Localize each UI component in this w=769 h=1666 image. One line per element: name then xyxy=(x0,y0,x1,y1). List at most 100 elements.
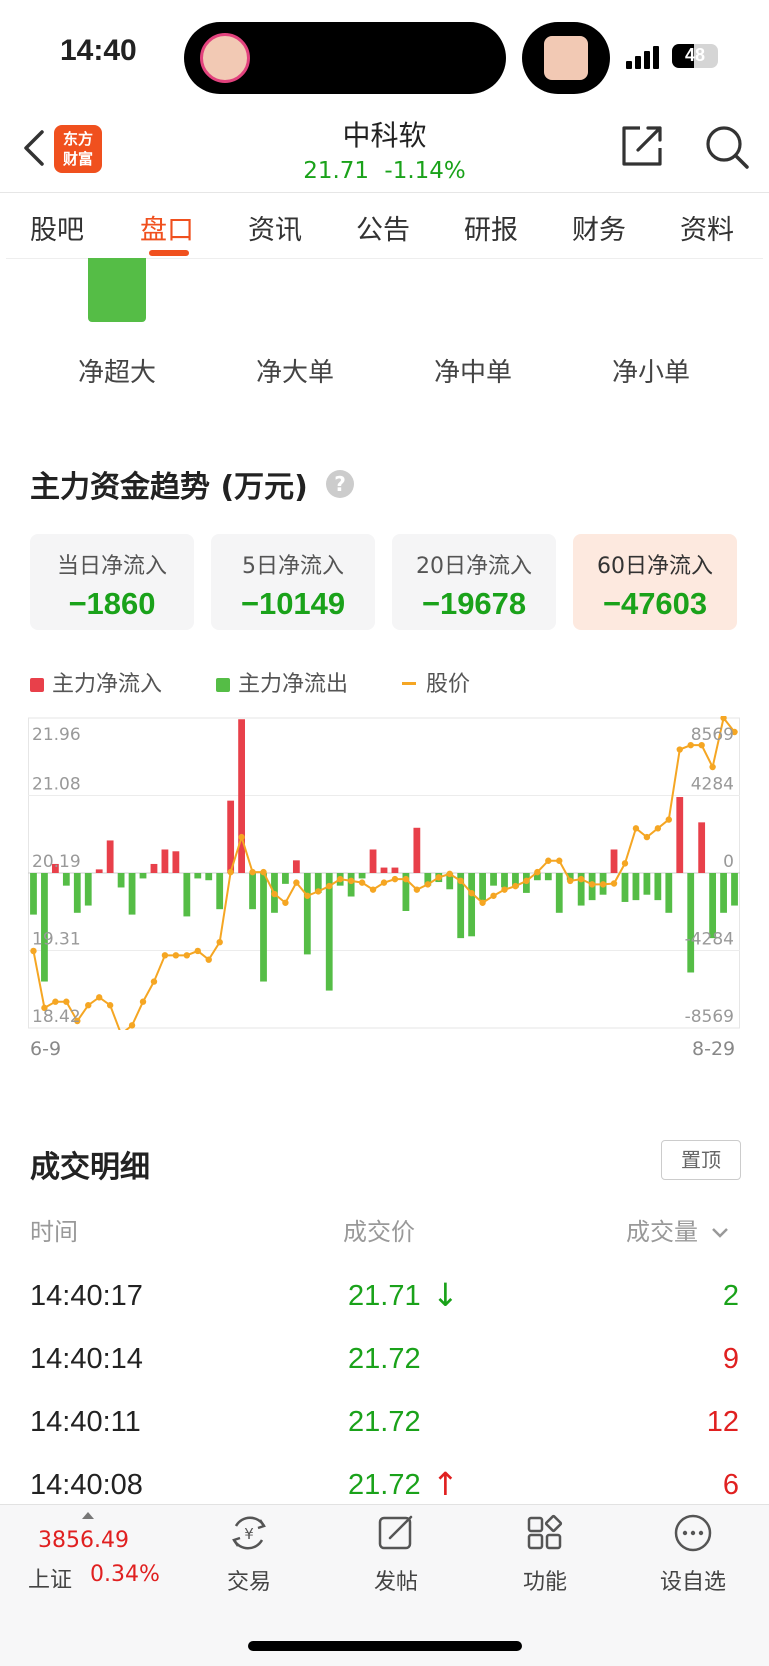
nav-post-label: 发帖 xyxy=(373,1570,418,1595)
index-change[interactable]: 0.34% xyxy=(90,1562,160,1587)
flow-bar xyxy=(632,873,640,901)
flow-bar xyxy=(84,873,92,906)
price-point xyxy=(709,763,716,771)
price-point xyxy=(599,881,607,888)
flow-bar xyxy=(303,873,311,955)
active-tab-indicator xyxy=(149,250,189,256)
price-point xyxy=(194,947,201,955)
price-point xyxy=(457,877,464,885)
price-point xyxy=(52,998,59,1005)
price-point xyxy=(545,857,552,864)
tab-pankou[interactable]: 盘口 xyxy=(140,208,194,247)
left-tick-label: 18.42 xyxy=(32,1007,81,1027)
trade-detail-title: 成交明细 xyxy=(30,1150,150,1185)
tab-announcements[interactable]: 公告 xyxy=(356,208,410,247)
flow-bar xyxy=(479,873,486,901)
nav-post[interactable]: 发帖 xyxy=(341,1512,451,1596)
avatar xyxy=(544,36,588,80)
flow-label-medium: 净中单 xyxy=(433,358,512,388)
down-arrow-icon: ↓ xyxy=(432,1276,459,1314)
card-today-inflow[interactable]: 当日净流入 −1860 xyxy=(30,534,194,630)
card-5day-inflow[interactable]: 5日净流入 −10149 xyxy=(211,534,375,630)
battery-icon: 48 xyxy=(672,44,718,68)
header-price: 成交价 xyxy=(343,1218,415,1246)
price-point xyxy=(249,868,256,876)
flow-bar xyxy=(665,873,673,913)
tab-profile[interactable]: 资料 xyxy=(680,208,734,247)
row-price: 21.71 xyxy=(348,1280,421,1312)
more-icon xyxy=(674,1514,712,1552)
row-price: 21.72 xyxy=(348,1343,421,1375)
price-point xyxy=(139,998,147,1005)
flow-label-small: 净小单 xyxy=(611,358,690,388)
price-point xyxy=(391,875,399,883)
card-label: 当日净流入 xyxy=(56,554,167,579)
row-price: 21.72 xyxy=(348,1406,421,1438)
price-point xyxy=(271,890,278,898)
expand-up-icon[interactable] xyxy=(82,1512,94,1519)
nav-add-watchlist-label: 设自选 xyxy=(659,1570,726,1595)
flow-bar xyxy=(369,849,377,873)
flow-bar xyxy=(720,873,727,913)
flow-bar xyxy=(347,873,355,897)
flow-bar xyxy=(468,873,476,937)
flow-bar xyxy=(501,873,508,888)
flow-bar xyxy=(358,873,366,879)
flow-bar xyxy=(698,822,706,873)
tab-finance[interactable]: 财务 xyxy=(572,208,626,247)
right-tick-label: -4284 xyxy=(685,930,734,950)
row-time: 14:40:11 xyxy=(30,1406,141,1438)
price-point xyxy=(326,882,333,890)
header-volume[interactable]: 成交量 xyxy=(626,1212,730,1247)
flow-bar xyxy=(621,873,629,902)
legend-price-label: 股价 xyxy=(426,672,471,697)
price-point xyxy=(336,875,344,883)
home-indicator xyxy=(248,1641,522,1651)
card-20day-inflow[interactable]: 20日净流入 −19678 xyxy=(392,534,556,630)
pin-top-button[interactable]: 置顶 xyxy=(661,1140,741,1180)
price-point xyxy=(205,956,212,963)
avatar xyxy=(200,33,250,83)
nav-functions[interactable]: 功能 xyxy=(490,1512,600,1596)
tab-guba[interactable]: 股吧 xyxy=(30,208,84,247)
yen-cycle-icon: ¥ xyxy=(232,1516,266,1550)
price-point xyxy=(501,886,508,893)
price-point xyxy=(238,833,245,841)
tab-research[interactable]: 研报 xyxy=(464,208,518,247)
left-tick-label: 21.96 xyxy=(32,725,81,745)
flow-bar xyxy=(260,873,267,982)
flow-bar xyxy=(128,873,136,915)
flow-bar xyxy=(391,867,399,873)
net-super-large-bar xyxy=(88,258,146,322)
tab-news[interactable]: 资讯 xyxy=(248,208,302,247)
legend-price: 股价 xyxy=(402,666,470,698)
legend-inflow: 主力净流入 xyxy=(30,666,162,698)
share-icon[interactable] xyxy=(620,124,664,168)
flow-bar xyxy=(687,873,695,973)
flow-bar xyxy=(41,873,48,982)
flow-bar xyxy=(731,873,738,906)
card-label: 5日净流入 xyxy=(242,554,344,579)
date-end: 8-29 xyxy=(692,1038,736,1060)
price-point xyxy=(161,952,169,959)
dynamic-island xyxy=(184,22,506,94)
header-divider xyxy=(0,192,769,193)
flow-bar xyxy=(216,873,224,910)
flow-bar xyxy=(249,873,256,910)
nav-functions-label: 功能 xyxy=(522,1570,567,1595)
search-icon[interactable] xyxy=(704,124,750,170)
price-point xyxy=(216,938,223,946)
price-point xyxy=(534,868,541,876)
card-60day-inflow[interactable]: 60日净流入 −47603 xyxy=(573,534,737,630)
flow-bar xyxy=(282,873,289,884)
right-tick-label: -8569 xyxy=(685,1007,734,1027)
nav-trade[interactable]: ¥ 交易 xyxy=(194,1512,304,1596)
price-point xyxy=(567,877,574,885)
help-icon[interactable]: ? xyxy=(326,470,354,498)
stock-change: -1.14% xyxy=(384,158,466,184)
price-point xyxy=(654,825,662,832)
index-name[interactable]: 上证 xyxy=(28,1562,72,1594)
index-value[interactable]: 3856.49 xyxy=(38,1528,129,1553)
nav-add-watchlist[interactable]: 设自选 xyxy=(638,1512,748,1596)
flow-bar xyxy=(30,873,37,915)
